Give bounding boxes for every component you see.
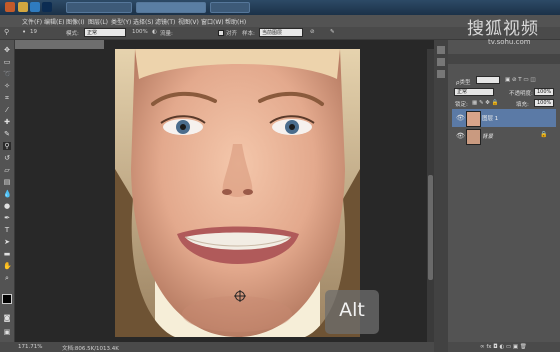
crosshair-cursor-icon: [234, 290, 246, 302]
layer-filter-label[interactable]: ρ类型: [456, 78, 471, 86]
menu-view[interactable]: 视图(V): [178, 17, 199, 26]
ps-app-icon[interactable]: [42, 2, 52, 12]
scrollbar-thumb[interactable]: [428, 175, 433, 280]
move-tool-icon[interactable]: ✥: [3, 46, 11, 54]
menu-help[interactable]: 帮助(H): [225, 17, 246, 26]
type-tool-icon[interactable]: T: [3, 226, 11, 234]
mode-dropdown[interactable]: 正常: [84, 28, 126, 37]
blur-tool-icon[interactable]: 💧: [3, 190, 12, 198]
fill-field[interactable]: 100%: [534, 99, 554, 107]
aligned-checkbox[interactable]: [218, 30, 224, 36]
layer-name[interactable]: 背景: [482, 132, 493, 140]
hand-tool-icon[interactable]: ✋: [3, 262, 12, 270]
collapsed-panels-strip: [434, 40, 448, 352]
layer-thumbnail: [466, 111, 481, 127]
quick-mask-icon[interactable]: ◙: [3, 314, 11, 322]
dodge-tool-icon[interactable]: ●: [3, 202, 11, 210]
lasso-tool-icon[interactable]: ➰: [3, 70, 12, 78]
aligned-label: 对齐: [226, 31, 238, 37]
airbrush-icon[interactable]: ◐: [152, 29, 157, 35]
layer-row[interactable]: 👁 背景 🔒: [452, 127, 556, 145]
quick-select-tool-icon[interactable]: ✧: [3, 82, 11, 90]
lock-label: 锁定:: [455, 102, 468, 108]
gradient-tool-icon[interactable]: ▤: [3, 178, 11, 186]
brush-tool-icon[interactable]: ✎: [3, 130, 11, 138]
blend-mode-dropdown[interactable]: 正常: [454, 88, 494, 96]
app-icon[interactable]: [30, 2, 40, 12]
document-tab[interactable]: [14, 40, 104, 49]
clone-stamp-icon[interactable]: ⚲: [4, 28, 9, 36]
pen-tool-icon[interactable]: ✒: [3, 214, 11, 222]
layers-panel-footer: ∞ fx ◘ ◐ ▭ ▣ 🗑: [448, 342, 560, 352]
layers-panel: [448, 40, 560, 352]
mode-label: 模式:: [66, 31, 79, 37]
layer-filter-dropdown[interactable]: [476, 76, 500, 84]
eye-icon[interactable]: 👁: [456, 114, 465, 122]
menu-type[interactable]: 类型(Y): [111, 17, 131, 26]
brush-size-label: 19: [30, 29, 37, 35]
flow-label: 流量:: [160, 31, 173, 37]
eyedropper-tool-icon[interactable]: ⁄: [3, 106, 11, 114]
menu-layer[interactable]: 图层(L): [88, 17, 108, 26]
lock-icons[interactable]: ▦ ✎ ✥ 🔒: [472, 100, 499, 106]
eraser-tool-icon[interactable]: ▱: [3, 166, 11, 174]
ignore-adjustment-icon[interactable]: ⊘: [310, 29, 315, 35]
marquee-tool-icon[interactable]: ▭: [3, 58, 11, 66]
filter-icons[interactable]: ▣ ⊘ T ▭ ◫: [505, 77, 536, 83]
screen-mode-icon[interactable]: ▣: [3, 328, 11, 336]
browser-icon[interactable]: [5, 2, 15, 12]
layer-name[interactable]: 图层 1: [482, 114, 498, 122]
folder-icon[interactable]: [18, 2, 28, 12]
menu-filter[interactable]: 滤镜(T): [155, 17, 175, 26]
fill-label: 填充:: [516, 102, 529, 108]
healing-tool-icon[interactable]: ✚: [3, 118, 11, 126]
sample-label: 样本:: [242, 31, 255, 37]
tools-panel: ✥ ▭ ➰ ✧ ⌗ ⁄ ✚ ✎ ⚲ ↺ ▱ ▤ 💧 ● ✒ T ➤ ▬ ✋ ⌕ …: [0, 40, 15, 342]
menu-edit[interactable]: 编辑(E): [44, 17, 64, 26]
brush-panel-icon[interactable]: [437, 70, 445, 78]
watermark-url: tv.sohu.com: [488, 38, 531, 46]
eye-icon[interactable]: 👁: [456, 132, 465, 140]
zoom-tool-icon[interactable]: ⌕: [3, 274, 11, 282]
opacity-field[interactable]: 100%: [132, 29, 148, 35]
shape-tool-icon[interactable]: ▬: [3, 250, 11, 258]
menu-file[interactable]: 文件(F): [22, 17, 42, 26]
panel-tab-strip: [448, 54, 560, 64]
key-badge-label: Alt: [339, 299, 365, 321]
status-bar: 171.71% 文档:806.5K/1013.4K: [0, 342, 434, 352]
zoom-level[interactable]: 171.71%: [18, 344, 42, 350]
menu-window[interactable]: 窗口(W): [201, 17, 224, 26]
document-size: 文档:806.5K/1013.4K: [62, 346, 119, 352]
taskbar-window-2[interactable]: [136, 2, 206, 13]
sample-dropdown[interactable]: 当前图层: [259, 28, 303, 37]
layer-row-selected[interactable]: 👁 图层 1: [452, 109, 556, 127]
properties-panel-icon[interactable]: [437, 58, 445, 66]
taskbar-window-3[interactable]: [210, 2, 250, 13]
path-select-tool-icon[interactable]: ➤: [3, 238, 11, 246]
history-panel-icon[interactable]: [437, 46, 445, 54]
opacity-label: 不透明度:: [509, 91, 533, 97]
taskbar-window-1[interactable]: [66, 2, 132, 13]
layer-actions-icons[interactable]: ∞ fx ◘ ◐ ▭ ▣ 🗑: [480, 344, 527, 350]
history-brush-tool-icon[interactable]: ↺: [3, 154, 11, 162]
os-taskbar: [0, 0, 560, 15]
menu-image[interactable]: 图像(I): [66, 17, 84, 26]
opacity-field[interactable]: 100%: [534, 88, 554, 96]
layer-thumbnail: [466, 129, 481, 145]
lock-icon: 🔒: [540, 131, 548, 138]
pressure-icon[interactable]: ✎: [330, 29, 335, 35]
watermark-brand: 搜狐视频: [467, 19, 539, 39]
crop-tool-icon[interactable]: ⌗: [3, 94, 11, 102]
foreground-color-swatch[interactable]: [2, 294, 12, 304]
brush-preset-icon[interactable]: •: [22, 28, 26, 36]
menu-select[interactable]: 选择(S): [133, 17, 154, 26]
clone-stamp-tool-icon[interactable]: ⚲: [3, 142, 11, 150]
